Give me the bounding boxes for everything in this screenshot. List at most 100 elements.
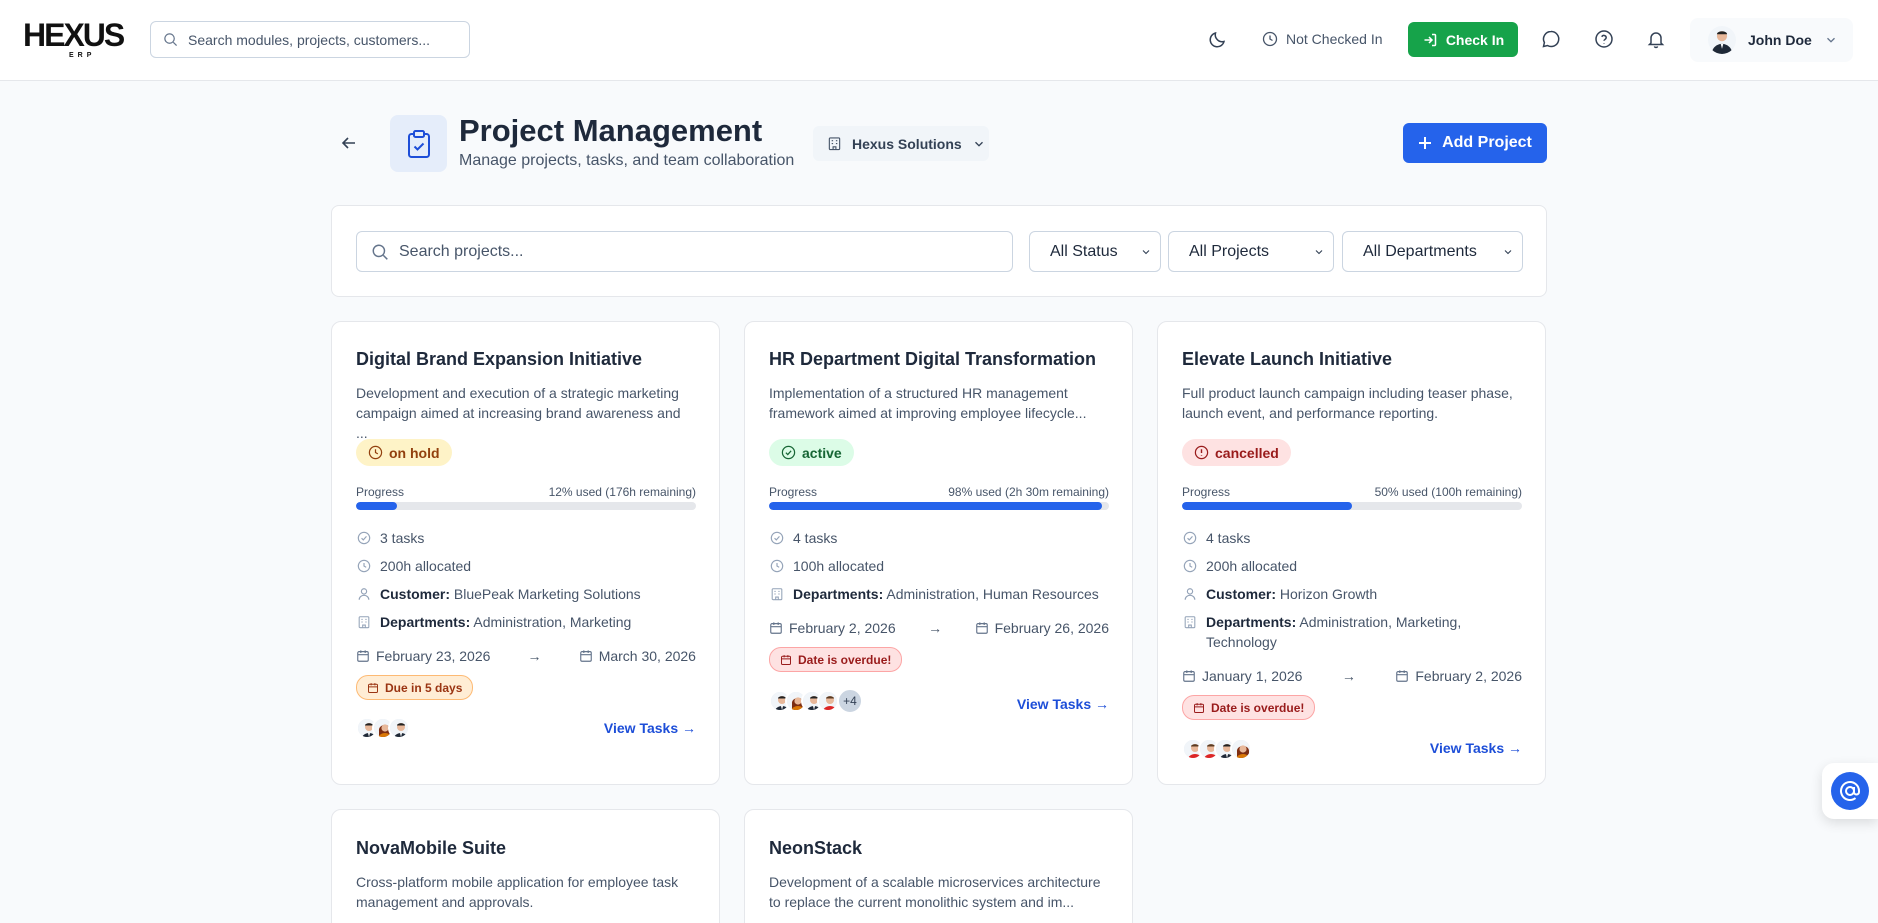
filter-panel: All Status All Projects All Departments	[331, 205, 1547, 297]
building-icon	[1183, 615, 1197, 629]
moon-icon[interactable]	[1207, 28, 1229, 50]
view-tasks-link[interactable]: View Tasks →	[1017, 696, 1109, 712]
clock-icon	[770, 559, 784, 573]
overdue-badge: Date is overdue!	[1182, 695, 1316, 720]
help-icon[interactable]	[1593, 28, 1615, 50]
project-title[interactable]: NovaMobile Suite	[356, 838, 506, 859]
global-search-box[interactable]	[150, 21, 470, 58]
page-subtitle: Manage projects, tasks, and team collabo…	[459, 152, 795, 169]
overdue-badge: Date is overdue!	[769, 647, 903, 672]
project-search-box[interactable]	[356, 231, 1013, 272]
back-arrow-icon[interactable]	[337, 131, 361, 155]
logo-text: HEXUS	[23, 17, 125, 53]
status-badge: active	[769, 439, 854, 466]
global-search-input[interactable]	[188, 31, 458, 48]
date-arrow: →	[527, 648, 542, 664]
more-members-badge[interactable]: +4	[837, 688, 863, 714]
allocated-text: 200h allocated	[1206, 558, 1298, 574]
project-description: Implementation of a structured HR manage…	[769, 385, 1087, 421]
project-title[interactable]: NeonStack	[769, 838, 862, 859]
check-in-button[interactable]: Check In	[1408, 22, 1518, 57]
calendar-icon	[356, 649, 370, 663]
departments-info: Departments: Administration, Marketing, …	[1182, 612, 1482, 652]
team-avatars[interactable]	[356, 717, 410, 739]
allocated-text: 100h allocated	[793, 558, 885, 574]
overdue-text: Date is overdue!	[798, 652, 892, 667]
calendar-icon	[1193, 702, 1205, 714]
date-arrow: →	[1341, 668, 1356, 684]
departments-filter-value: All Departments	[1363, 242, 1477, 260]
progress-used-text: 12% used (176h remaining)	[548, 485, 696, 499]
check-circle-icon	[1183, 531, 1197, 545]
customer-label: Customer:	[380, 586, 451, 602]
floating-mention-button[interactable]	[1822, 763, 1878, 819]
clock-icon	[1262, 31, 1278, 47]
user-icon	[357, 587, 371, 601]
chevron-down-icon	[1313, 246, 1325, 258]
building-icon	[357, 615, 371, 629]
chat-icon[interactable]	[1540, 28, 1562, 50]
project-title[interactable]: Elevate Launch Initiative	[1182, 349, 1392, 370]
bell-icon[interactable]	[1645, 28, 1667, 50]
project-search-input[interactable]	[399, 242, 999, 261]
progress-bar	[1182, 502, 1522, 510]
app-logo[interactable]: HEXUS ERP	[23, 17, 125, 62]
user-icon	[1183, 587, 1197, 601]
allocated-text: 200h allocated	[380, 558, 472, 574]
customer-name: Horizon Growth	[1279, 586, 1378, 602]
project-card[interactable]: HR Department Digital Transformation Imp…	[744, 321, 1133, 785]
checkin-status: Not Checked In	[1262, 28, 1383, 50]
departments-text: Administration, Human Resources	[886, 586, 1099, 602]
view-tasks-link[interactable]: View Tasks →	[1430, 740, 1522, 756]
building-icon	[827, 136, 842, 151]
project-description: Development of a scalable microservices …	[769, 874, 1101, 910]
page-title: Project Management	[459, 113, 763, 148]
team-avatars[interactable]: +4	[769, 688, 863, 714]
overdue-text: Date is overdue!	[1211, 700, 1305, 715]
search-icon	[163, 32, 178, 47]
project-card[interactable]: Elevate Launch Initiative Full product l…	[1157, 321, 1546, 785]
add-project-button[interactable]: Add Project	[1403, 123, 1547, 163]
due-text: Due in 5 days	[385, 680, 463, 695]
hours-allocated: 200h allocated	[1182, 556, 1522, 576]
building-icon	[770, 587, 784, 601]
date-arrow: →	[928, 620, 943, 636]
search-icon	[371, 243, 389, 261]
end-date: February 2, 2026	[1415, 668, 1522, 684]
project-title[interactable]: HR Department Digital Transformation	[769, 349, 1096, 370]
top-bar: HEXUS ERP Not Checked In Check In John D…	[0, 0, 1878, 81]
projects-filter-select[interactable]: All Projects	[1168, 231, 1334, 272]
clock-icon	[368, 445, 383, 460]
status-filter-select[interactable]: All Status	[1029, 231, 1161, 272]
chevron-down-icon	[1502, 246, 1514, 258]
view-tasks-link[interactable]: View Tasks →	[604, 720, 696, 736]
clock-icon	[1183, 559, 1197, 573]
user-avatar	[1708, 26, 1736, 54]
check-circle-icon	[781, 445, 796, 460]
calendar-icon	[975, 621, 989, 635]
user-menu[interactable]: John Doe	[1690, 18, 1853, 62]
at-sign-icon	[1831, 772, 1869, 810]
check-circle-icon	[770, 531, 784, 545]
status-text: active	[802, 444, 842, 461]
team-avatars[interactable]	[1182, 738, 1252, 760]
date-range: January 1, 2026 → February 2, 2026	[1182, 668, 1522, 684]
project-card[interactable]: NeonStack Development of a scalable micr…	[744, 809, 1133, 923]
calendar-icon	[579, 649, 593, 663]
project-card[interactable]: NovaMobile Suite Cross-platform mobile a…	[331, 809, 720, 923]
company-name: Hexus Solutions	[852, 135, 962, 152]
status-text: cancelled	[1215, 444, 1279, 461]
progress-label: Progress	[769, 485, 818, 499]
status-badge: on hold	[356, 439, 452, 466]
start-date: January 1, 2026	[1202, 668, 1303, 684]
hours-allocated: 200h allocated	[356, 556, 696, 576]
status-badge: cancelled	[1182, 439, 1291, 466]
company-selector[interactable]: Hexus Solutions	[813, 126, 989, 161]
project-card[interactable]: Digital Brand Expansion Initiative Devel…	[331, 321, 720, 785]
progress-fill	[356, 502, 397, 510]
status-text: on hold	[389, 444, 440, 461]
departments-filter-select[interactable]: All Departments	[1342, 231, 1523, 272]
project-title[interactable]: Digital Brand Expansion Initiative	[356, 349, 642, 370]
chevron-down-icon	[972, 137, 986, 151]
departments-label: Departments:	[1206, 614, 1297, 630]
